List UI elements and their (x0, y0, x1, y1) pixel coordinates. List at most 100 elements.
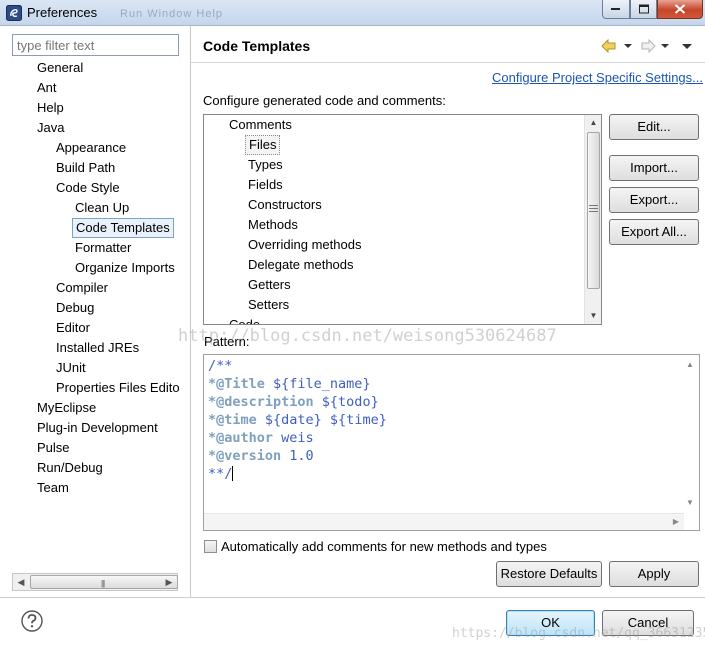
tree-item-organize-imports[interactable]: Organize Imports (72, 258, 178, 278)
scroll-right-icon[interactable]: ▶ (668, 514, 684, 530)
close-button[interactable] (657, 0, 703, 19)
pattern-editor[interactable]: /** *@Title ${file_name} *@description ${t… (203, 354, 700, 531)
configure-label: Configure generated code and comments: (203, 93, 446, 108)
cancel-button[interactable]: Cancel (602, 610, 694, 636)
template-tree[interactable]: Comments Files Types Fields Constructors Meth… (203, 114, 602, 325)
text-caret (232, 466, 234, 481)
pattern-line: **/ (208, 465, 234, 483)
tree-item-appearance[interactable]: Appearance (53, 138, 129, 158)
auto-comments-checkbox[interactable] (204, 540, 217, 553)
tree-item-clean-up[interactable]: Clean Up (72, 198, 132, 218)
template-item-types[interactable]: Types (245, 155, 286, 175)
pattern-line: *@version 1.0 (208, 447, 314, 465)
pattern-line: *@time ${date} ${time} (208, 411, 387, 429)
template-item-constructors[interactable]: Constructors (245, 195, 325, 215)
template-item-getters[interactable]: Getters (245, 275, 294, 295)
tree-item-compiler[interactable]: Compiler (53, 278, 111, 298)
window-title: Preferences (27, 5, 98, 20)
dialog-separator (0, 597, 705, 598)
background-menu-text: Run Window Help (120, 8, 224, 20)
tree-item-installed-jres[interactable]: Installed JREs (53, 338, 142, 358)
javadoc-tag: *@description (208, 394, 314, 410)
tree-item-java[interactable]: Java (34, 118, 67, 138)
tree-item-pulse[interactable]: Pulse (34, 438, 73, 458)
template-item-fields[interactable]: Fields (245, 175, 286, 195)
scroll-right-icon[interactable]: ▶ (161, 574, 177, 590)
javadoc-text: 1.0 (281, 448, 314, 464)
filter-input[interactable] (12, 34, 179, 56)
scroll-up-icon[interactable]: ▲ (682, 357, 698, 373)
pattern-line: *@author weis (208, 429, 314, 447)
javadoc-text: ${date} ${time} (256, 412, 387, 428)
template-item-code[interactable]: Code (226, 315, 263, 324)
ok-button[interactable]: OK (506, 610, 595, 636)
pattern-label: Pattern: (204, 334, 254, 349)
restore-defaults-button[interactable]: Restore Defaults (496, 561, 602, 587)
help-icon[interactable] (21, 610, 43, 632)
page-title: Code Templates (203, 38, 311, 54)
scroll-up-icon[interactable]: ▲ (585, 115, 601, 131)
forward-dropdown-icon[interactable] (661, 44, 669, 48)
apply-button[interactable]: Apply (609, 561, 699, 587)
minimize-button[interactable] (602, 0, 630, 19)
tree-item-plug-in-development[interactable]: Plug-in Development (34, 418, 161, 438)
javadoc-tag: *@version (208, 448, 282, 464)
view-menu-button[interactable] (680, 38, 694, 54)
pattern-line: *@Title ${file_name} (208, 375, 371, 393)
header-separator (191, 62, 705, 63)
preferences-tree[interactable]: General Ant Help Java Appearance Build Path Co… (12, 58, 190, 572)
javadoc-tag: *@Title (208, 376, 265, 392)
tree-item-general[interactable]: General (34, 58, 86, 78)
scrollbar-thumb[interactable]: ||| (30, 575, 178, 589)
export-button[interactable]: Export... (609, 187, 699, 213)
maximize-button[interactable] (630, 0, 657, 19)
tree-item-ant[interactable]: Ant (34, 78, 60, 98)
scrollbar-thumb[interactable] (587, 132, 600, 289)
tree-item-junit[interactable]: JUnit (53, 358, 89, 378)
javadoc-tag: *@author (208, 430, 274, 446)
tree-item-build-path[interactable]: Build Path (53, 158, 118, 178)
template-item-methods[interactable]: Methods (245, 215, 301, 235)
editor-horizontal-scrollbar[interactable]: ▶ (204, 513, 684, 530)
auto-comments-label[interactable]: Automatically add comments for new metho… (221, 539, 547, 554)
scroll-left-icon[interactable]: ◀ (13, 574, 29, 590)
template-item-comments[interactable]: Comments (226, 115, 295, 135)
pattern-line: *@description ${todo} (208, 393, 379, 411)
tree-item-myeclipse[interactable]: MyEclipse (34, 398, 99, 418)
back-dropdown-icon[interactable] (624, 44, 632, 48)
forward-arrow-icon (641, 38, 656, 54)
tree-item-help[interactable]: Help (34, 98, 67, 118)
forward-button[interactable] (640, 38, 672, 54)
javadoc-text: **/ (208, 466, 233, 482)
pane-divider[interactable] (190, 26, 191, 598)
tree-item-debug[interactable]: Debug (53, 298, 97, 318)
javadoc-text: weis (273, 430, 314, 446)
project-specific-settings-link[interactable]: Configure Project Specific Settings... (492, 70, 703, 85)
tree-item-team[interactable]: Team (34, 478, 72, 498)
edit-button[interactable]: Edit... (609, 114, 699, 140)
back-button[interactable] (601, 38, 633, 54)
scroll-down-icon[interactable]: ▼ (682, 495, 698, 511)
tree-horizontal-scrollbar[interactable]: ◀ ||| ▶ (12, 573, 178, 591)
tree-item-run-debug[interactable]: Run/Debug (34, 458, 106, 478)
template-item-overriding-methods[interactable]: Overriding methods (245, 235, 364, 255)
javadoc-text: ${file_name} (264, 376, 371, 392)
back-arrow-icon (601, 38, 616, 54)
editor-vertical-scrollbar[interactable]: ▲ ▼ (682, 355, 699, 513)
export-all-button[interactable]: Export All... (609, 219, 699, 245)
tree-item-properties-files-edito[interactable]: Properties Files Edito (53, 378, 183, 398)
template-item-setters[interactable]: Setters (245, 295, 292, 315)
view-menu-icon (682, 44, 692, 49)
tree-item-code-style[interactable]: Code Style (53, 178, 123, 198)
tree-item-editor[interactable]: Editor (53, 318, 93, 338)
tree-item-code-templates[interactable]: Code Templates (72, 218, 174, 238)
title-bar[interactable]: Preferences Run Window Help (0, 0, 705, 26)
template-item-delegate-methods[interactable]: Delegate methods (245, 255, 357, 275)
grip-icon: ||| (101, 579, 105, 588)
template-item-files[interactable]: Files (245, 135, 281, 155)
scroll-down-icon[interactable]: ▼ (585, 308, 601, 324)
template-tree-scrollbar[interactable]: ▲ ▼ (584, 115, 601, 324)
tree-item-formatter[interactable]: Formatter (72, 238, 134, 258)
import-button[interactable]: Import... (609, 155, 699, 181)
javadoc-text: /** (208, 358, 233, 374)
